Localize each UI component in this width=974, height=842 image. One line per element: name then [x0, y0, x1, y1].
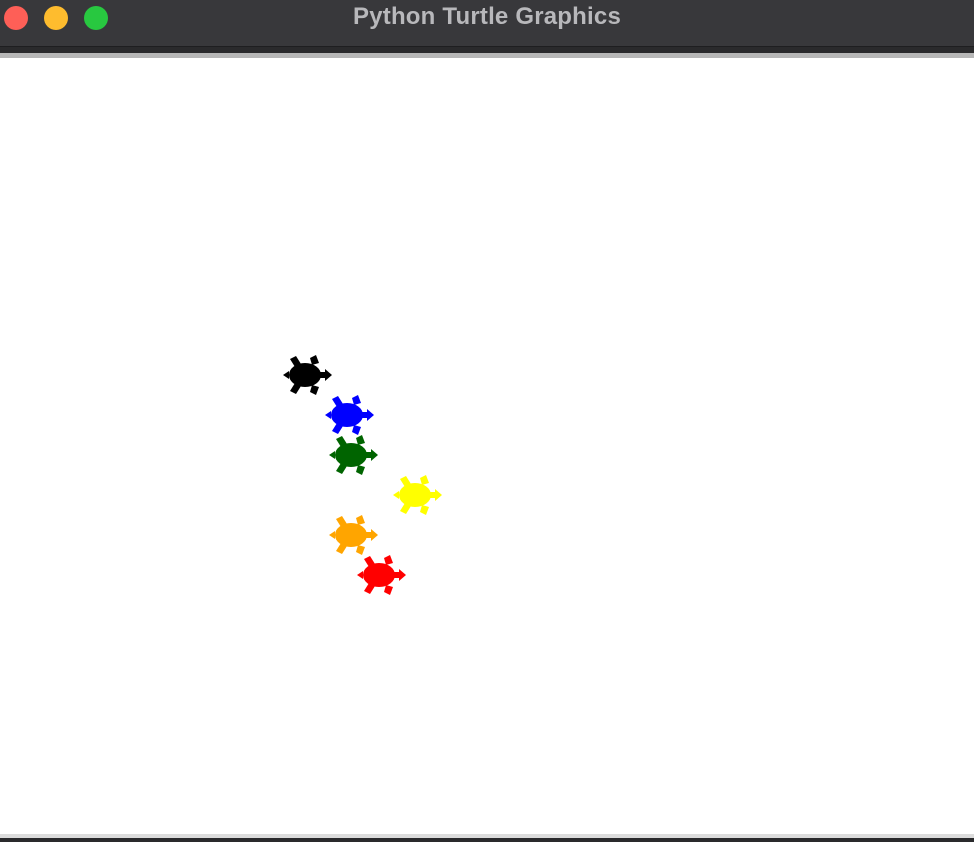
- turtle-black: [281, 355, 333, 395]
- turtle-window: Python Turtle Graphics: [0, 0, 974, 842]
- turtle-blue: [323, 395, 375, 435]
- window-title: Python Turtle Graphics: [353, 3, 621, 30]
- turtle-red: [355, 555, 407, 595]
- turtle-green: [327, 435, 379, 475]
- turtle-orange: [327, 515, 379, 555]
- window-bottom-edge: [0, 838, 974, 842]
- turtle-yellow: [391, 475, 443, 515]
- turtle-canvas[interactable]: [0, 58, 974, 834]
- title-bar[interactable]: Python Turtle Graphics: [0, 0, 974, 47]
